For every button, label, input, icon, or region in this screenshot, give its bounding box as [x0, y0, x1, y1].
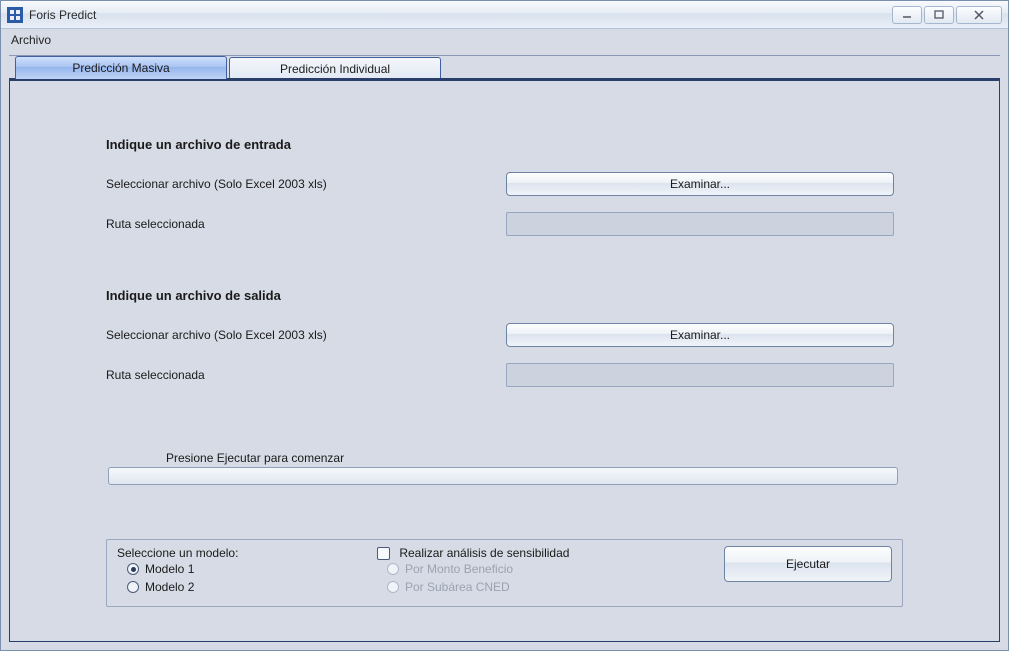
sensitivity-column: Realizar análisis de sensibilidad Por Mo… — [377, 546, 657, 596]
sensitivity-by-subarea-label: Por Subárea CNED — [405, 580, 510, 594]
tab-panel-masiva: Indique un archivo de entrada Selecciona… — [9, 78, 1000, 642]
minimize-button[interactable] — [892, 6, 922, 24]
output-select-label: Seleccionar archivo (Solo Excel 2003 xls… — [106, 328, 506, 342]
sensitivity-label: Realizar análisis de sensibilidad — [399, 546, 569, 560]
progress-section: Presione Ejecutar para comenzar — [106, 451, 903, 485]
app-window: Foris Predict Archivo Predicción Masiva … — [0, 0, 1009, 651]
progress-caption: Presione Ejecutar para comenzar — [106, 451, 903, 465]
sensitivity-by-subarea: Por Subárea CNED — [377, 578, 657, 596]
menu-file[interactable]: Archivo — [11, 33, 51, 47]
model-option-1-label: Modelo 1 — [145, 562, 194, 576]
output-section-heading: Indique un archivo de salida — [106, 288, 903, 303]
checkbox-icon — [377, 547, 390, 560]
sensitivity-checkbox[interactable]: Realizar análisis de sensibilidad — [377, 546, 657, 560]
tab-prediccion-masiva[interactable]: Predicción Masiva — [15, 56, 227, 79]
progress-bar — [108, 467, 898, 485]
input-section-heading: Indique un archivo de entrada — [106, 137, 903, 152]
model-heading: Seleccione un modelo: — [117, 546, 377, 560]
tab-prediccion-individual[interactable]: Predicción Individual — [229, 57, 441, 79]
model-option-2[interactable]: Modelo 2 — [117, 578, 377, 596]
window-controls — [892, 6, 1002, 24]
window-title: Foris Predict — [29, 8, 96, 22]
output-browse-button[interactable]: Examinar... — [506, 323, 894, 347]
sensitivity-by-monto-label: Por Monto Beneficio — [405, 562, 513, 576]
input-path-label: Ruta seleccionada — [106, 217, 506, 231]
input-select-label: Seleccionar archivo (Solo Excel 2003 xls… — [106, 177, 506, 191]
radio-icon — [127, 581, 139, 593]
app-icon — [7, 7, 23, 23]
radio-icon — [387, 563, 399, 575]
close-button[interactable] — [956, 6, 1002, 24]
execute-button[interactable]: Ejecutar — [724, 546, 892, 582]
input-path-field — [506, 212, 894, 236]
bottom-panel: Seleccione un modelo: Modelo 1 Modelo 2 … — [106, 539, 903, 607]
radio-icon — [127, 563, 139, 575]
sensitivity-by-monto: Por Monto Beneficio — [377, 560, 657, 578]
tabbar: Predicción Masiva Predicción Individual — [9, 56, 1000, 78]
model-column: Seleccione un modelo: Modelo 1 Modelo 2 — [117, 546, 377, 596]
input-browse-button[interactable]: Examinar... — [506, 172, 894, 196]
model-option-1[interactable]: Modelo 1 — [117, 560, 377, 578]
titlebar: Foris Predict — [1, 1, 1008, 29]
model-option-2-label: Modelo 2 — [145, 580, 194, 594]
menubar: Archivo — [1, 29, 1008, 51]
output-path-field — [506, 363, 894, 387]
content-area: Predicción Masiva Predicción Individual … — [9, 55, 1000, 642]
maximize-button[interactable] — [924, 6, 954, 24]
output-path-label: Ruta seleccionada — [106, 368, 506, 382]
radio-icon — [387, 581, 399, 593]
